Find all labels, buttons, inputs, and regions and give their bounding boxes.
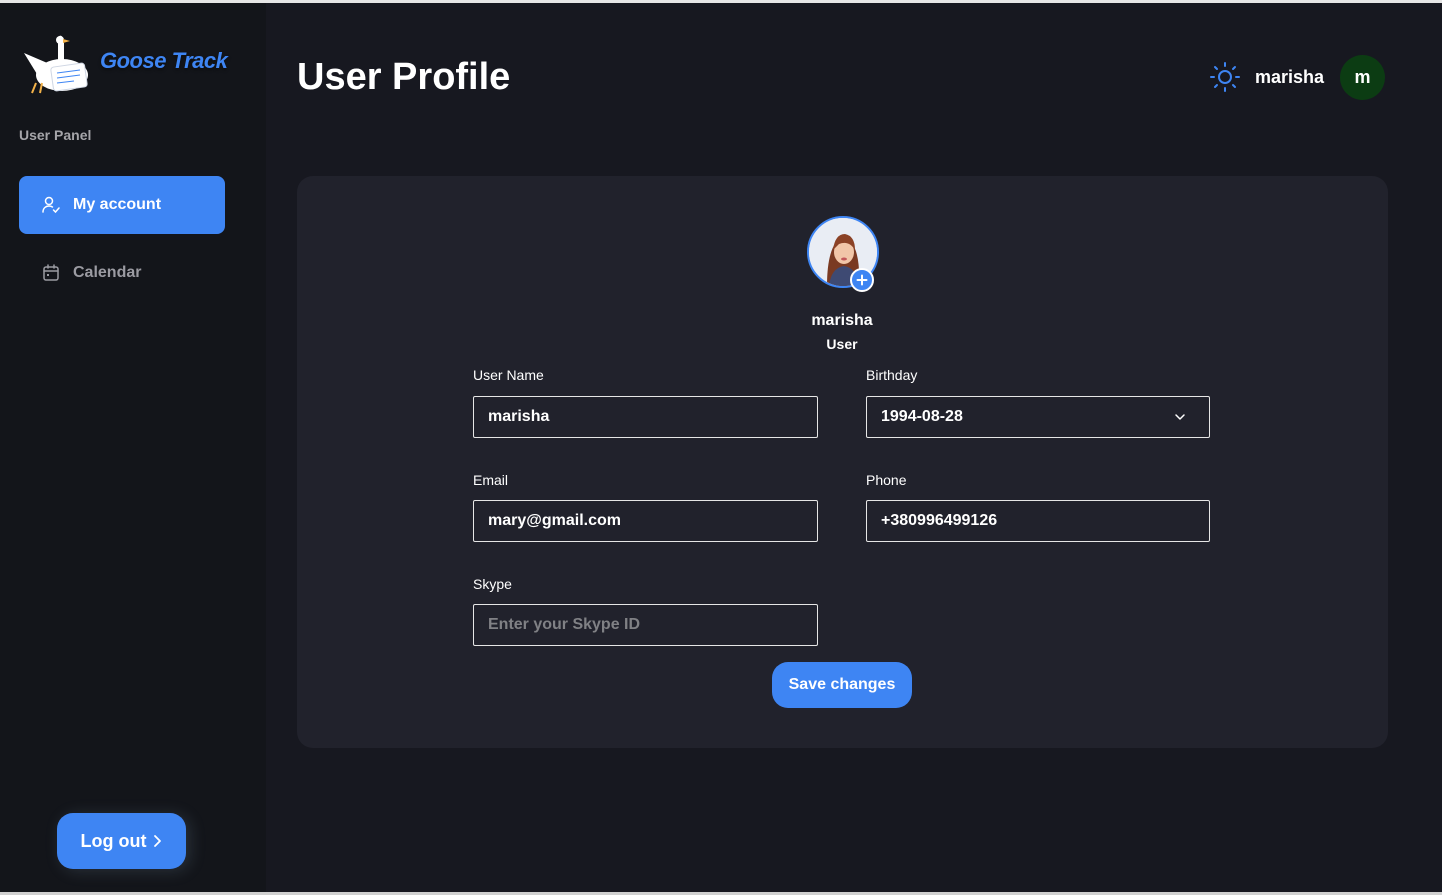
sidebar: Goose Track User Panel My account Calend… <box>0 3 266 892</box>
sidebar-item-label: Calendar <box>73 264 142 281</box>
goose-mascot-icon <box>24 35 88 94</box>
phone-field[interactable]: +380996499126 <box>866 500 1210 542</box>
sun-icon <box>1210 62 1240 92</box>
skype-field[interactable] <box>473 604 818 646</box>
sidebar-item-calendar[interactable]: Calendar <box>19 244 225 302</box>
birthday-value: 1994-08-28 <box>881 408 963 425</box>
birthday-field[interactable]: 1994-08-28 <box>866 396 1210 438</box>
sidebar-item-my-account[interactable]: My account <box>19 176 225 234</box>
username-value: marisha <box>488 408 550 425</box>
phone-label: Phone <box>866 472 907 488</box>
email-value: mary@gmail.com <box>488 512 621 529</box>
app-name: Goose Track <box>100 48 228 73</box>
user-check-icon <box>41 195 61 215</box>
birthday-label: Birthday <box>866 367 918 383</box>
header-avatar[interactable]: m <box>1340 55 1385 100</box>
profile-avatar-wrap <box>807 216 879 292</box>
chevron-right-icon <box>152 834 162 848</box>
email-label: Email <box>473 472 509 488</box>
skype-input[interactable] <box>488 616 817 634</box>
chevron-down-icon[interactable] <box>1173 410 1187 424</box>
phone-value: +380996499126 <box>881 512 998 529</box>
save-changes-button[interactable]: Save changes <box>772 662 912 708</box>
user-panel-label: User Panel <box>19 127 92 143</box>
plus-icon <box>856 274 868 286</box>
username-label: User Name <box>473 367 544 383</box>
profile-role: User <box>826 336 858 352</box>
profile-name: marisha <box>811 312 873 329</box>
theme-toggle-button[interactable] <box>1209 61 1241 93</box>
add-photo-button[interactable] <box>850 268 874 292</box>
logout-button[interactable]: Log out <box>57 813 186 869</box>
page-title: User Profile <box>297 56 511 98</box>
username-field[interactable]: marisha <box>473 396 818 438</box>
calendar-icon <box>41 263 61 283</box>
sidebar-item-label: My account <box>73 196 162 213</box>
skype-label: Skype <box>473 576 512 592</box>
header-username: marisha <box>1255 67 1325 87</box>
email-field[interactable]: mary@gmail.com <box>473 500 818 542</box>
logout-label: Log out <box>80 830 147 851</box>
